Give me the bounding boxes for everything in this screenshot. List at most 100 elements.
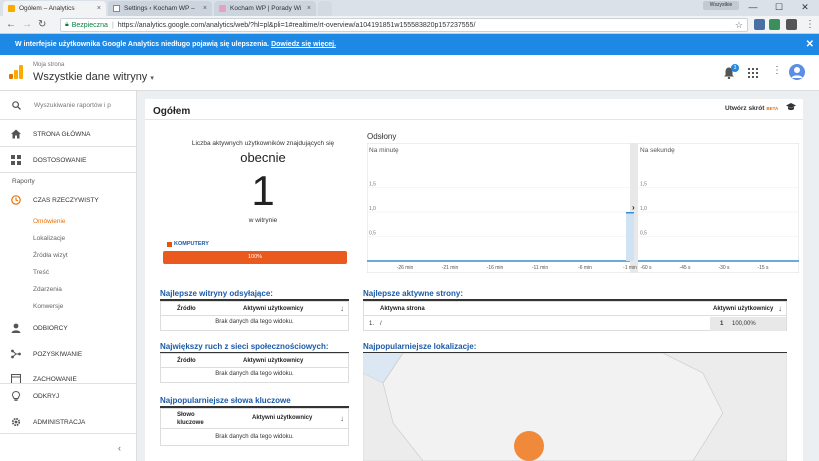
chart-subtitle: Na sekundę: [640, 147, 675, 154]
sidebar-subitem-overview[interactable]: Omówienie: [33, 218, 66, 225]
column-keyword[interactable]: Słowo kluczowe: [177, 411, 213, 427]
keywords-title: Najpopularniejsze słowa kluczowe: [160, 396, 291, 405]
sidebar-item-label: Zachowanie: [33, 375, 77, 383]
more-options-icon[interactable]: ⋮: [772, 66, 782, 76]
location-marker[interactable]: [514, 431, 544, 461]
sidebar-item-discover[interactable]: Odkryj: [0, 391, 136, 401]
window-close-icon[interactable]: ✕: [792, 0, 818, 14]
table-row[interactable]: 1. / 1 100,00%: [364, 317, 786, 331]
back-icon[interactable]: ←: [6, 19, 16, 31]
sidebar-item-label: Pozyskiwanie: [33, 350, 83, 358]
chart-subtitle: Na minutę: [369, 147, 399, 154]
column-active-users[interactable]: Aktywni użytkownicy: [243, 358, 303, 364]
collapse-sidebar-icon[interactable]: ‹: [118, 443, 121, 453]
sidebar-item-audience[interactable]: Odbiorcy: [0, 323, 136, 333]
y-tick-label: 1,5: [369, 182, 376, 188]
forward-icon[interactable]: →: [22, 19, 32, 31]
sidebar-item-admin[interactable]: Administracja: [0, 417, 136, 427]
x-tick-label: -1 min: [623, 265, 637, 271]
sort-arrow-icon[interactable]: ↓: [778, 304, 782, 313]
sidebar-item-customization[interactable]: Dostosowanie: [0, 155, 136, 165]
minimize-icon[interactable]: —: [740, 0, 766, 14]
row-page-link[interactable]: /: [380, 321, 382, 327]
sidebar-subitem-traffic-sources[interactable]: Źródła wizyt: [33, 252, 68, 259]
tab-close-icon[interactable]: ×: [203, 5, 207, 12]
column-source[interactable]: Źródło: [177, 358, 196, 364]
legend-swatch: [167, 242, 172, 247]
banner-text: W interfejsie użytkownika Google Analyti…: [15, 41, 272, 48]
map-graphic: [363, 353, 787, 461]
divider: [0, 172, 136, 173]
data-bar: [626, 212, 634, 261]
tab-settings[interactable]: Settings ‹ Kocham WP – ×: [108, 1, 212, 16]
column-source[interactable]: Źródło: [177, 306, 196, 312]
avatar[interactable]: [789, 64, 805, 80]
sidebar-item-label: Strona główna: [33, 130, 91, 138]
tab-close-icon[interactable]: ×: [97, 5, 101, 12]
empty-state: Brak danych dla tego widoku.: [215, 434, 294, 440]
data-bar-cap: [626, 212, 634, 214]
sidebar-item-label: Administracja: [33, 418, 86, 426]
beta-badge: BETA: [766, 106, 779, 111]
extension-icon[interactable]: [769, 19, 780, 30]
top-pages-table: Aktywna strona Aktywni użytkownicy ↓ 1. …: [363, 301, 787, 331]
lock-icon: 🔒︎: [65, 21, 69, 28]
divider: [145, 119, 803, 120]
address-bar[interactable]: 🔒︎ Bezpieczna | https://analytics.google…: [60, 18, 748, 32]
column-active-page[interactable]: Aktywna strona: [380, 306, 425, 312]
analytics-favicon-icon: [8, 5, 15, 12]
browser-menu-icon[interactable]: ⋮: [805, 19, 815, 31]
page-favicon-icon: [113, 5, 120, 12]
bookmark-star-icon[interactable]: ☆: [735, 20, 743, 31]
view-selector[interactable]: Wszystkie dane witryny ▾: [33, 71, 154, 83]
sidebar-subitem-locations[interactable]: Lokalizacje: [33, 235, 65, 242]
tab-kochamwp[interactable]: Kocham WP | Porady Wi ×: [214, 1, 316, 16]
x-tick-label: -45 s: [679, 265, 691, 271]
create-shortcut-link[interactable]: Utwórz skrót BETA: [725, 105, 778, 112]
sort-arrow-icon[interactable]: ↓: [340, 304, 344, 313]
x-tick-label: -16 min: [487, 265, 504, 271]
sidebar-item-label: Odkryj: [33, 392, 60, 400]
chart-expand-icon[interactable]: ›: [632, 203, 635, 212]
sidebar-subitem-conversions[interactable]: Konwersje: [33, 303, 63, 310]
table-header: Źródło Aktywni użytkownicy: [161, 354, 348, 368]
y-tick-label: 1,0: [640, 206, 647, 212]
tab-analytics[interactable]: Ogółem – Analytics ×: [3, 1, 106, 16]
new-tab-button[interactable]: [318, 1, 332, 16]
keywords-table: Słowo kluczowe Aktywni użytkownicy ↓ Bra…: [160, 408, 349, 446]
sidebar-item-home[interactable]: Strona główna: [0, 129, 136, 139]
url-text[interactable]: https://analytics.google.com/analytics/w…: [118, 22, 476, 29]
extension-icon[interactable]: [786, 19, 797, 30]
address-toolbar: ← → ↻ 🔒︎ Bezpieczna | https://analytics.…: [0, 16, 819, 34]
sidebar-subitem-content[interactable]: Treść: [33, 269, 49, 276]
analytics-header: Moja strona Wszystkie dane witryny ▾ 3 ⋮: [0, 55, 819, 91]
table-header: Źródło Aktywni użytkownicy ↓: [161, 302, 348, 316]
banner-close-icon[interactable]: ✕: [806, 34, 814, 55]
kochamwp-favicon-icon: [219, 5, 226, 12]
secure-label: Bezpieczna: [71, 21, 108, 29]
learn-more-link[interactable]: Dowiedz się więcej.: [271, 41, 336, 48]
column-active-users[interactable]: Aktywni użytkownicy: [713, 306, 773, 312]
extension-icon[interactable]: [754, 19, 765, 30]
apps-grid-icon[interactable]: [748, 68, 758, 78]
on-site-label: w witrynie: [248, 217, 278, 224]
profile-chip[interactable]: Wszystkie: [703, 1, 739, 10]
column-active-users[interactable]: Aktywni użytkownicy: [243, 306, 303, 312]
person-icon: [11, 323, 21, 333]
device-share-bar: 100%: [163, 251, 347, 264]
y-tick-label: 1,0: [369, 206, 376, 212]
locations-map[interactable]: [363, 353, 787, 461]
analytics-logo-icon[interactable]: [9, 65, 23, 79]
sidebar-item-realtime[interactable]: Czas rzeczywisty: [0, 195, 136, 205]
sidebar-subitem-events[interactable]: Zdarzenia: [33, 286, 62, 293]
sort-arrow-icon[interactable]: ↓: [340, 414, 344, 423]
account-name: Moja strona: [33, 62, 65, 68]
column-active-users[interactable]: Aktywni użytkownicy: [252, 415, 312, 421]
graduation-cap-icon[interactable]: [786, 103, 796, 111]
sidebar-item-acquisition[interactable]: Pozyskiwanie: [0, 349, 136, 359]
tab-close-icon[interactable]: ×: [307, 5, 311, 12]
x-tick-label: -6 min: [578, 265, 592, 271]
report-search-input[interactable]: Wyszukiwanie raportów i p: [34, 102, 111, 109]
reload-icon[interactable]: ↻: [38, 19, 46, 31]
maximize-icon[interactable]: ☐: [766, 0, 792, 14]
